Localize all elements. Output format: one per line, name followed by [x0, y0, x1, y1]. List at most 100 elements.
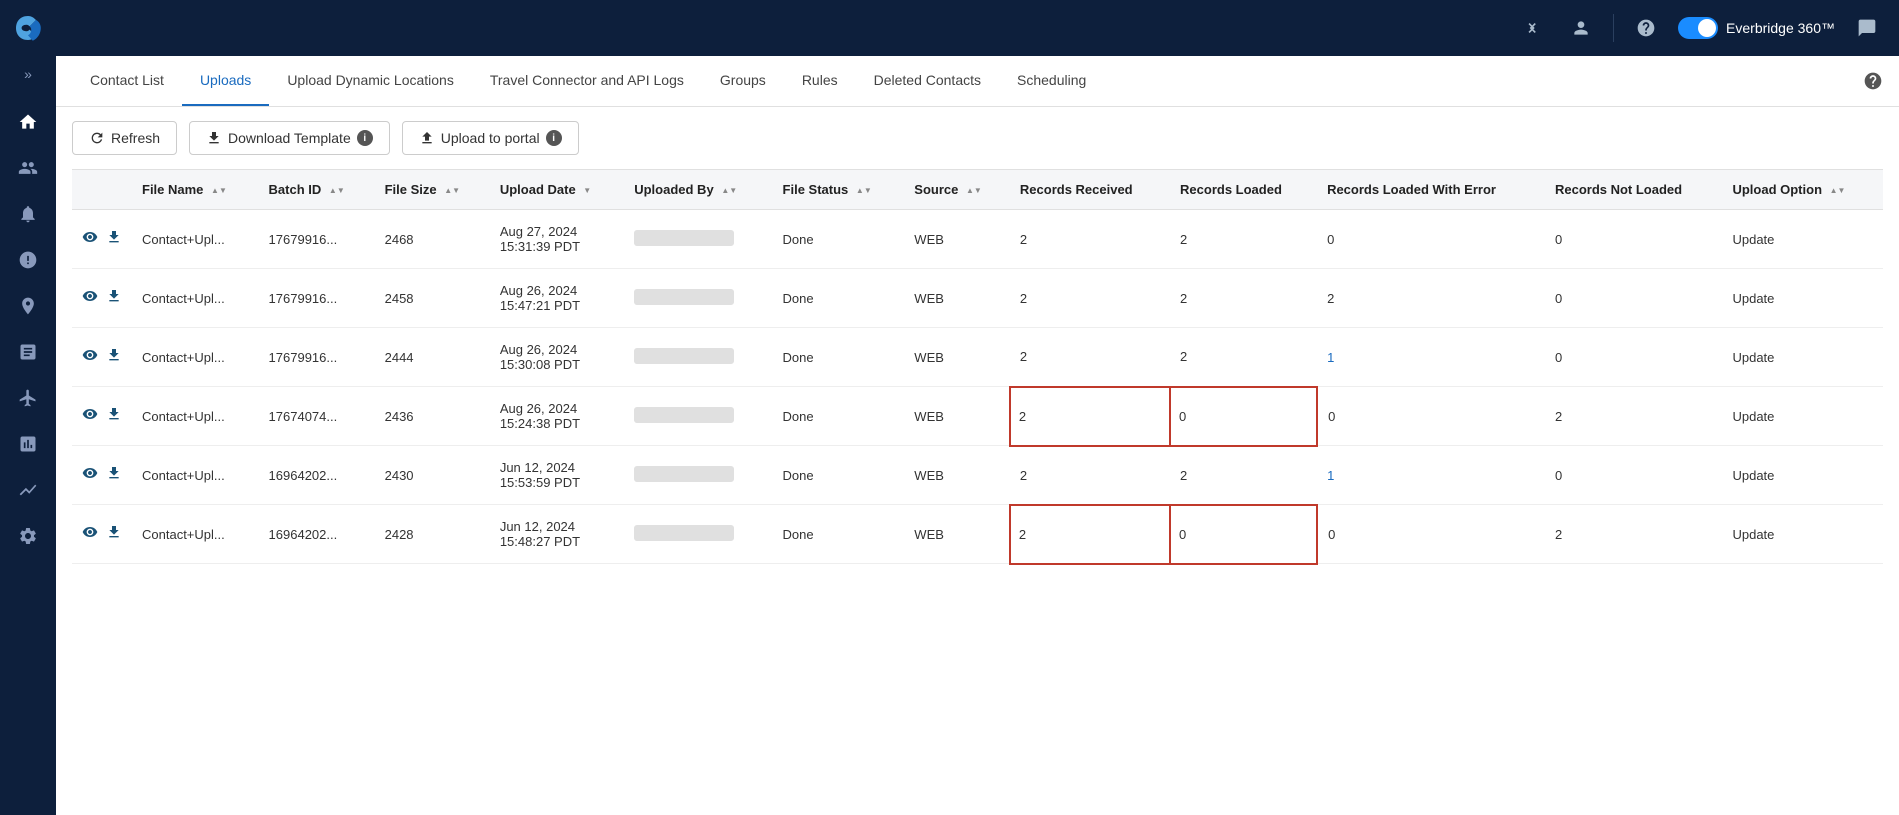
records-received-cell: 2	[1010, 505, 1170, 564]
user-icon[interactable]	[1565, 12, 1597, 44]
th-upload-option[interactable]: Upload Option ▲▼	[1722, 170, 1883, 210]
tab-travel-connector[interactable]: Travel Connector and API Logs	[472, 56, 702, 106]
th-upload-date[interactable]: Upload Date ▼	[490, 170, 624, 210]
source-cell: WEB	[904, 328, 1010, 387]
records-not-loaded-cell: 2	[1545, 387, 1723, 446]
batch-id-sort-icon: ▲▼	[329, 186, 345, 195]
records-loaded-with-error-cell: 0	[1317, 387, 1545, 446]
row-icons-cell	[72, 269, 132, 328]
download-template-info-icon[interactable]: i	[357, 130, 373, 146]
batch-id-cell: 16964202...	[259, 505, 375, 564]
tabs-help-icon[interactable]	[1863, 71, 1883, 91]
tab-scheduling[interactable]: Scheduling	[999, 56, 1104, 106]
download-icon[interactable]	[106, 288, 122, 309]
file-status-cell: Done	[773, 505, 905, 564]
topbar-divider	[1613, 14, 1614, 42]
sidebar-item-analytics[interactable]	[0, 422, 56, 466]
sidebar-collapse-button[interactable]: »	[0, 56, 56, 92]
upload-date-cell: Jun 12, 2024 15:48:27 PDT	[490, 505, 624, 564]
sidebar-item-locations[interactable]	[0, 284, 56, 328]
toggle-label: Everbridge 360™	[1726, 20, 1835, 36]
upload-option-cell: Update	[1722, 387, 1883, 446]
sidebar-item-contacts[interactable]	[0, 146, 56, 190]
batch-id-cell: 17674074...	[259, 387, 375, 446]
sidebar-item-home[interactable]	[0, 100, 56, 144]
sidebar-item-reports[interactable]	[0, 330, 56, 374]
source-sort-icon: ▲▼	[966, 186, 982, 195]
records-received-cell: 2	[1010, 328, 1170, 387]
file-status-cell: Done	[773, 446, 905, 505]
th-batch-id[interactable]: Batch ID ▲▼	[259, 170, 375, 210]
row-icons-cell	[72, 505, 132, 564]
download-template-label: Download Template	[228, 130, 351, 146]
file-size-cell: 2444	[375, 328, 490, 387]
view-icon[interactable]	[82, 465, 98, 486]
help-icon[interactable]	[1630, 12, 1662, 44]
records-loaded-with-error-cell: 1	[1317, 446, 1545, 505]
sidebar-item-alerts[interactable]	[0, 192, 56, 236]
file-name-cell: Contact+Upl...	[132, 269, 259, 328]
sidebar-item-travel[interactable]	[0, 376, 56, 420]
download-icon[interactable]	[106, 347, 122, 368]
tab-upload-dynamic[interactable]: Upload Dynamic Locations	[269, 56, 472, 106]
row-icons-cell	[72, 210, 132, 269]
sidebar-logo[interactable]	[0, 0, 56, 56]
toggle-switch[interactable]	[1678, 17, 1718, 39]
records-received-cell: 2	[1010, 210, 1170, 269]
uploaded-by-placeholder	[634, 525, 734, 541]
tab-uploads[interactable]: Uploads	[182, 56, 269, 106]
th-file-size[interactable]: File Size ▲▼	[375, 170, 490, 210]
upload-date-cell: Aug 26, 2024 15:24:38 PDT	[490, 387, 624, 446]
sidebar-item-incidents[interactable]	[0, 238, 56, 282]
upload-date-cell: Aug 26, 2024 15:47:21 PDT	[490, 269, 624, 328]
batch-id-cell: 17679916...	[259, 210, 375, 269]
table-row: Contact+Upl... 16964202... 2428 Jun 12, …	[72, 505, 1883, 564]
uploads-table: File Name ▲▼ Batch ID ▲▼ File Size ▲▼	[72, 169, 1883, 565]
chat-icon[interactable]	[1851, 12, 1883, 44]
tab-deleted-contacts[interactable]: Deleted Contacts	[856, 56, 999, 106]
file-name-cell: Contact+Upl...	[132, 387, 259, 446]
download-icon[interactable]	[106, 465, 122, 486]
uploaded-by-cell	[624, 269, 772, 328]
view-icon[interactable]	[82, 406, 98, 427]
tab-rules[interactable]: Rules	[784, 56, 856, 106]
uploaded-by-cell	[624, 446, 772, 505]
th-file-name[interactable]: File Name ▲▼	[132, 170, 259, 210]
th-records-not-loaded: Records Not Loaded	[1545, 170, 1723, 210]
upload-to-portal-info-icon[interactable]: i	[546, 130, 562, 146]
file-name-sort-icon: ▲▼	[211, 186, 227, 195]
tab-contact-list[interactable]: Contact List	[72, 56, 182, 106]
records-received-cell: 2	[1010, 387, 1170, 446]
tabs-list: Contact List Uploads Upload Dynamic Loca…	[72, 56, 1104, 106]
batch-id-cell: 17679916...	[259, 328, 375, 387]
row-icons-cell	[72, 328, 132, 387]
uploaded-by-cell	[624, 505, 772, 564]
records-not-loaded-cell: 0	[1545, 210, 1723, 269]
table-body: Contact+Upl... 17679916... 2468 Aug 27, …	[72, 210, 1883, 564]
tab-groups[interactable]: Groups	[702, 56, 784, 106]
download-icon[interactable]	[106, 229, 122, 250]
view-icon[interactable]	[82, 347, 98, 368]
records-received-cell: 2	[1010, 269, 1170, 328]
sidebar: »	[0, 0, 56, 815]
view-icon[interactable]	[82, 229, 98, 250]
sidebar-nav	[0, 100, 56, 558]
th-file-status[interactable]: File Status ▲▼	[773, 170, 905, 210]
file-status-cell: Done	[773, 387, 905, 446]
table-container: File Name ▲▼ Batch ID ▲▼ File Size ▲▼	[56, 169, 1899, 815]
upload-to-portal-button[interactable]: Upload to portal i	[402, 121, 579, 155]
file-size-sort-icon: ▲▼	[444, 186, 460, 195]
download-template-button[interactable]: Download Template i	[189, 121, 390, 155]
sidebar-item-settings[interactable]	[0, 514, 56, 558]
table-row: Contact+Upl... 17679916... 2468 Aug 27, …	[72, 210, 1883, 269]
view-icon[interactable]	[82, 524, 98, 545]
sidebar-item-chart[interactable]	[0, 468, 56, 512]
download-icon[interactable]	[106, 406, 122, 427]
everbridge-360-toggle[interactable]: Everbridge 360™	[1678, 17, 1835, 39]
collapse-icon[interactable]	[1517, 12, 1549, 44]
refresh-button[interactable]: Refresh	[72, 121, 177, 155]
view-icon[interactable]	[82, 288, 98, 309]
download-icon[interactable]	[106, 524, 122, 545]
th-source[interactable]: Source ▲▼	[904, 170, 1010, 210]
th-uploaded-by[interactable]: Uploaded By ▲▼	[624, 170, 772, 210]
